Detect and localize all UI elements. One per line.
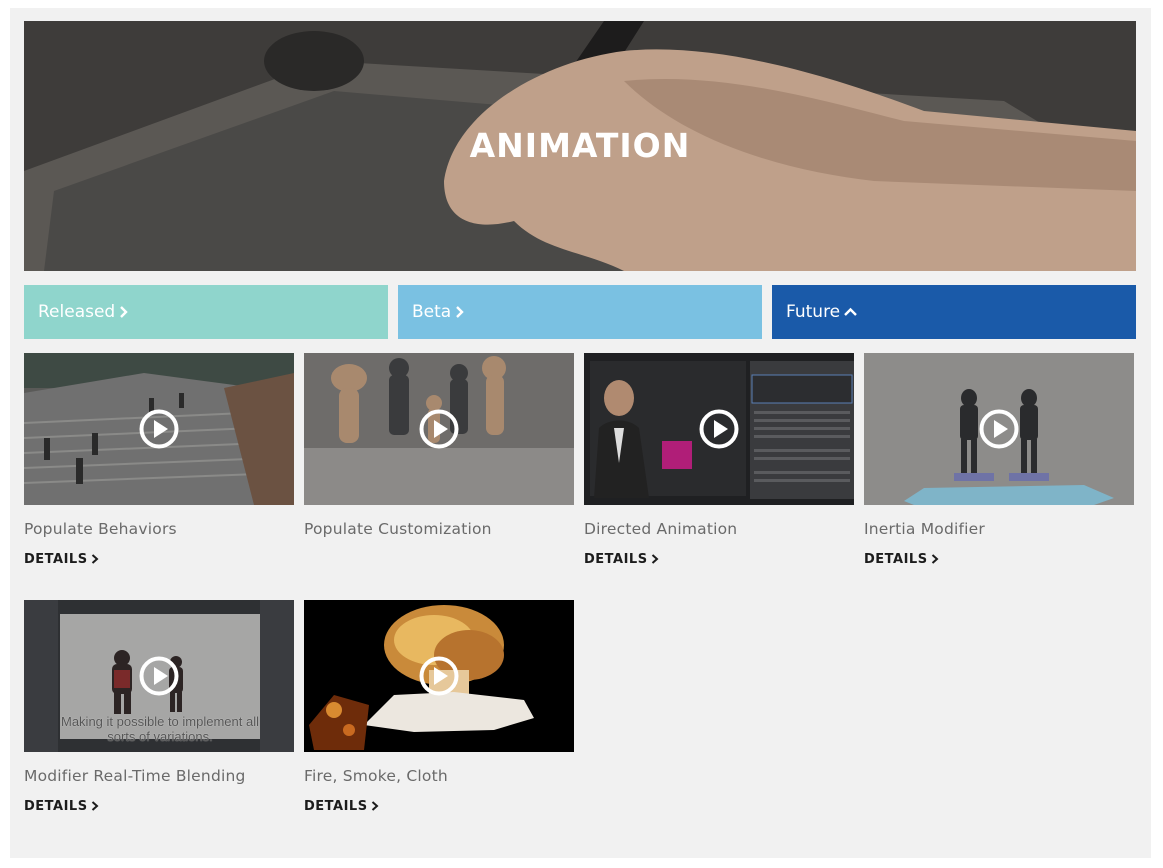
tab-released[interactable]: Released [24,285,388,339]
video-thumbnail[interactable] [304,600,574,752]
play-icon [419,409,459,449]
video-thumbnail[interactable] [304,353,574,505]
video-caption: Making it possible to implement all sort… [61,714,259,744]
card-title: Directed Animation [584,520,738,538]
video-card: Fire, Smoke, Cloth DETAILS [304,600,574,814]
hero-banner: ANIMATION [24,21,1136,271]
chevron-right-icon [931,554,939,564]
tab-label: Future [786,302,841,322]
video-thumbnail[interactable] [24,353,294,505]
details-link[interactable]: DETAILS [24,552,294,567]
video-card: Making it possible to implement all sort… [24,600,294,814]
details-link[interactable]: DETAILS [24,799,294,814]
chevron-right-icon [91,801,99,811]
details-link[interactable]: DETAILS [304,799,574,814]
play-icon [979,409,1019,449]
card-title: Fire, Smoke, Cloth [304,767,448,785]
video-thumbnail[interactable]: Making it possible to implement all sort… [24,600,294,752]
chevron-up-icon [844,307,857,316]
video-thumbnail[interactable] [584,353,854,505]
play-icon [139,656,179,696]
play-icon [419,656,459,696]
chevron-right-icon [456,306,464,318]
video-card: Populate Customization [304,353,574,538]
tab-future[interactable]: Future [772,285,1136,339]
play-icon [699,409,739,449]
chevron-right-icon [651,554,659,564]
card-title: Inertia Modifier [864,520,985,538]
play-icon [139,409,179,449]
hero-title: ANIMATION [469,126,691,165]
content-panel: ANIMATION Released Beta Future Populate … [10,8,1151,858]
chevron-right-icon [371,801,379,811]
chevron-right-icon [120,306,128,318]
details-link[interactable]: DETAILS [864,552,1134,567]
video-card: Inertia Modifier DETAILS [864,353,1134,567]
tab-beta[interactable]: Beta [398,285,762,339]
video-card: Populate Behaviors DETAILS [24,353,294,567]
tab-label: Released [38,302,116,322]
card-title: Modifier Real-Time Blending [24,767,246,785]
card-title: Populate Customization [304,520,492,538]
video-card: Directed Animation DETAILS [584,353,854,567]
video-thumbnail[interactable] [864,353,1134,505]
card-title: Populate Behaviors [24,520,177,538]
tab-label: Beta [412,302,452,322]
details-link[interactable]: DETAILS [584,552,854,567]
chevron-right-icon [91,554,99,564]
